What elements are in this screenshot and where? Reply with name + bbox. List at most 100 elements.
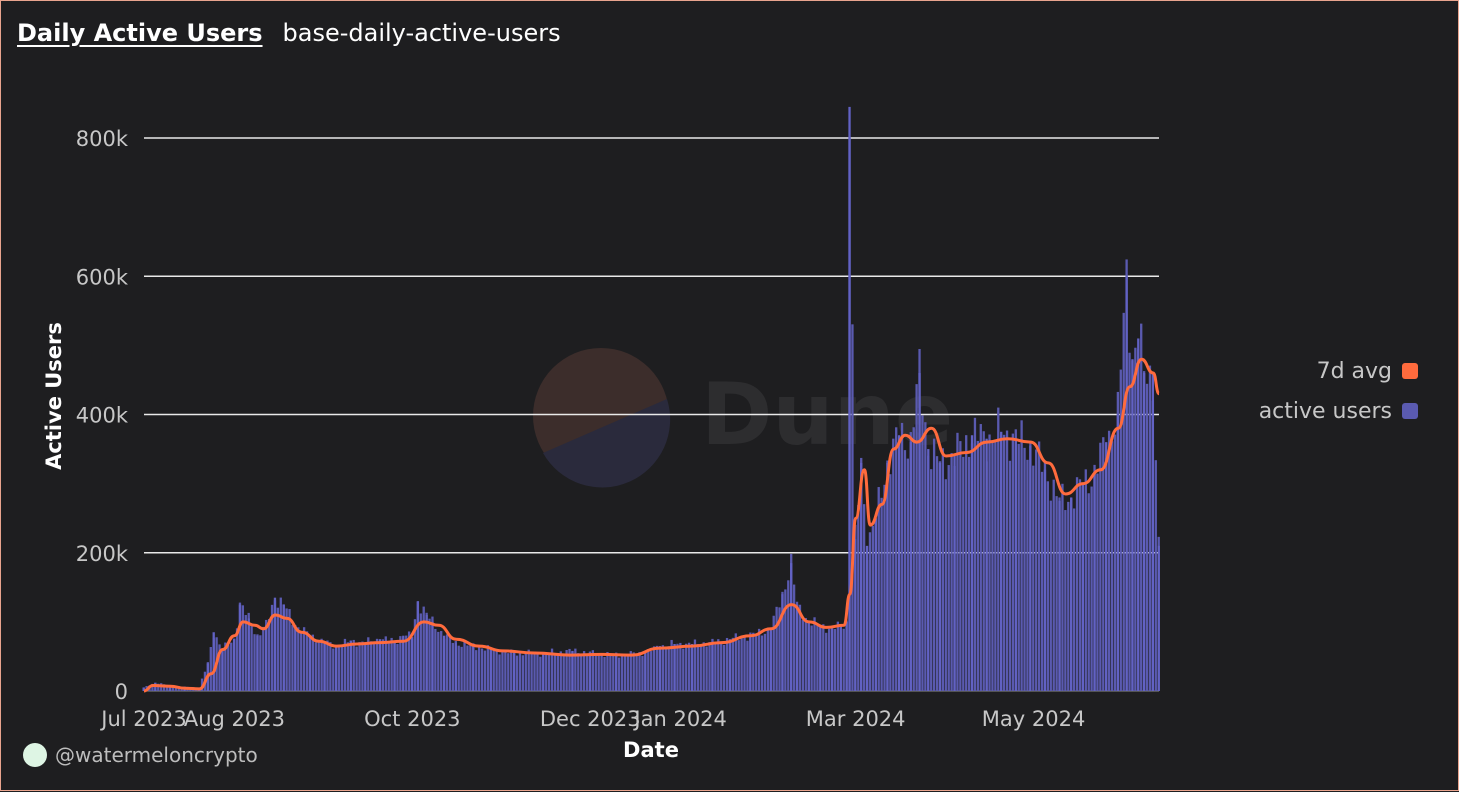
- active-users-bar[interactable]: [906, 458, 910, 691]
- active-users-bar[interactable]: [763, 633, 767, 691]
- active-users-bar[interactable]: [819, 625, 822, 691]
- active-users-bar[interactable]: [1157, 545, 1160, 691]
- active-users-bar[interactable]: [1055, 496, 1058, 691]
- active-users-bar[interactable]: [827, 628, 831, 691]
- active-users-bar[interactable]: [612, 654, 615, 691]
- active-users-bar[interactable]: [647, 649, 650, 691]
- active-users-bar[interactable]: [795, 604, 799, 691]
- active-users-bar[interactable]: [810, 625, 813, 691]
- active-users-bar[interactable]: [944, 479, 947, 691]
- active-users-bar[interactable]: [959, 441, 962, 691]
- active-users-bar[interactable]: [588, 652, 592, 691]
- active-users-bar[interactable]: [807, 621, 810, 692]
- active-users-bar[interactable]: [1058, 500, 1061, 691]
- active-users-bar[interactable]: [650, 651, 653, 691]
- active-users-bar[interactable]: [227, 645, 230, 691]
- active-users-bar[interactable]: [935, 456, 939, 691]
- active-users-bar[interactable]: [582, 651, 586, 691]
- active-users-bar[interactable]: [930, 469, 933, 691]
- active-users-bar[interactable]: [620, 655, 624, 691]
- active-users-bar[interactable]: [480, 648, 484, 691]
- active-users-bar[interactable]: [378, 639, 382, 691]
- active-users-bar[interactable]: [340, 646, 344, 691]
- active-users-bar[interactable]: [895, 427, 898, 691]
- active-users-bar[interactable]: [822, 624, 825, 691]
- active-users-bar[interactable]: [755, 634, 758, 691]
- active-users-bar[interactable]: [235, 628, 239, 691]
- active-users-bar[interactable]: [1052, 479, 1055, 691]
- active-users-bar[interactable]: [635, 654, 638, 691]
- active-users-bar[interactable]: [285, 608, 288, 691]
- active-users-bar[interactable]: [238, 604, 242, 691]
- active-users-bar[interactable]: [381, 639, 385, 691]
- active-users-bar[interactable]: [320, 638, 323, 691]
- active-users-bar[interactable]: [988, 434, 991, 691]
- active-users-bar[interactable]: [1131, 359, 1134, 691]
- active-users-bar[interactable]: [1084, 469, 1087, 691]
- active-users-bar[interactable]: [1096, 473, 1099, 691]
- active-users-bar[interactable]: [375, 638, 379, 691]
- active-users-bar[interactable]: [769, 628, 772, 691]
- active-users-bar[interactable]: [367, 637, 370, 691]
- active-users-bar[interactable]: [1087, 493, 1090, 691]
- active-users-bar[interactable]: [524, 653, 527, 692]
- active-users-bar[interactable]: [440, 631, 443, 691]
- active-users-bar[interactable]: [445, 634, 449, 691]
- active-users-bar[interactable]: [1064, 510, 1067, 691]
- active-users-bar[interactable]: [1061, 483, 1064, 691]
- active-users-bar[interactable]: [982, 431, 985, 691]
- active-users-bar[interactable]: [644, 652, 647, 691]
- active-users-bar[interactable]: [609, 654, 612, 691]
- active-users-bar[interactable]: [1046, 481, 1050, 691]
- active-users-bar[interactable]: [1154, 460, 1157, 691]
- active-users-bar[interactable]: [495, 648, 498, 691]
- active-users-bar[interactable]: [667, 646, 670, 691]
- active-users-bar[interactable]: [874, 518, 877, 691]
- active-users-bar[interactable]: [276, 607, 280, 691]
- active-users-bar[interactable]: [699, 646, 702, 691]
- active-users-bar[interactable]: [938, 462, 942, 691]
- active-users-bar[interactable]: [279, 597, 282, 691]
- active-users-bar[interactable]: [547, 652, 551, 691]
- active-users-bar[interactable]: [1107, 430, 1111, 691]
- active-users-bar[interactable]: [970, 435, 974, 691]
- active-users-bar[interactable]: [979, 424, 982, 691]
- active-users-bar[interactable]: [571, 650, 574, 691]
- active-users-bar[interactable]: [585, 654, 589, 691]
- active-users-bar[interactable]: [615, 655, 618, 691]
- active-users-bar[interactable]: [737, 640, 740, 691]
- active-users-bar[interactable]: [833, 629, 837, 691]
- active-users-bar[interactable]: [1128, 352, 1131, 691]
- active-users-bar[interactable]: [372, 642, 376, 691]
- active-users-bar[interactable]: [512, 652, 516, 691]
- active-users-bar[interactable]: [1148, 365, 1152, 691]
- active-users-bar[interactable]: [1075, 477, 1079, 691]
- active-users-bar[interactable]: [696, 644, 700, 691]
- active-users-bar[interactable]: [877, 487, 880, 691]
- active-users-bar[interactable]: [1072, 508, 1076, 691]
- active-users-bar[interactable]: [352, 639, 355, 691]
- active-users-bar[interactable]: [813, 617, 816, 691]
- active-users-bar[interactable]: [600, 654, 603, 691]
- active-users-bar[interactable]: [387, 641, 390, 691]
- active-users-bar[interactable]: [1142, 373, 1146, 691]
- active-users-bar[interactable]: [1070, 497, 1073, 691]
- active-users-bar[interactable]: [267, 618, 271, 691]
- active-users-bar[interactable]: [682, 648, 685, 691]
- active-users-bar[interactable]: [1151, 373, 1155, 691]
- active-users-bar[interactable]: [705, 646, 708, 692]
- active-users-bar[interactable]: [775, 606, 778, 691]
- active-users-bar[interactable]: [358, 642, 361, 691]
- active-users-bar[interactable]: [690, 644, 694, 691]
- active-users-bar[interactable]: [1081, 483, 1085, 692]
- active-users-bar[interactable]: [1078, 479, 1082, 691]
- active-users-bar[interactable]: [953, 455, 956, 691]
- active-users-bar[interactable]: [545, 652, 548, 691]
- active-users-bar[interactable]: [323, 642, 326, 691]
- active-users-bar[interactable]: [1105, 442, 1108, 691]
- active-users-bar[interactable]: [1005, 430, 1009, 691]
- active-users-bar[interactable]: [950, 453, 953, 691]
- active-users-bar[interactable]: [559, 651, 562, 691]
- active-users-bar[interactable]: [792, 584, 796, 691]
- active-users-bar[interactable]: [1110, 441, 1114, 691]
